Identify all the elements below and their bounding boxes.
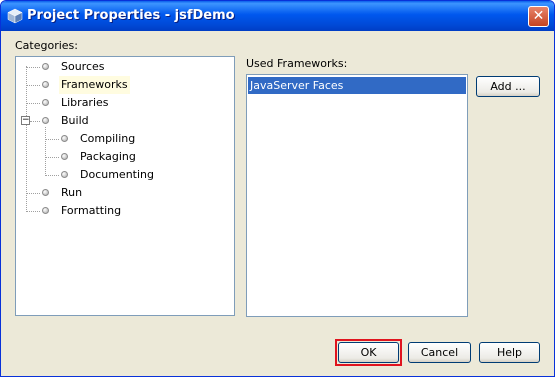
node-bullet-icon bbox=[42, 99, 49, 106]
tree-item-frameworks[interactable]: Frameworks bbox=[16, 76, 234, 94]
close-button[interactable]: ✕ bbox=[528, 6, 549, 27]
node-bullet-icon bbox=[61, 171, 68, 178]
tree-guide-line bbox=[45, 175, 59, 176]
tree-guide-line bbox=[45, 139, 59, 140]
tree-item-compiling[interactable]: Compiling bbox=[16, 130, 234, 148]
tree-item-packaging[interactable]: Packaging bbox=[16, 148, 234, 166]
tree-item-label: Libraries bbox=[61, 96, 109, 109]
tree-item-label: Formatting bbox=[61, 204, 122, 217]
tree-guide-line bbox=[26, 211, 40, 212]
node-bullet-icon bbox=[42, 117, 49, 124]
cancel-button[interactable]: Cancel bbox=[408, 342, 471, 363]
tree-item-label: Build bbox=[61, 114, 89, 127]
tree-item-sources[interactable]: Sources bbox=[16, 58, 234, 76]
help-button[interactable]: Help bbox=[479, 342, 540, 363]
collapse-toggle-icon[interactable]: − bbox=[21, 116, 30, 125]
tree-guide-line bbox=[30, 121, 40, 122]
frameworks-list[interactable]: JavaServer Faces bbox=[246, 74, 468, 317]
tree-item-libraries[interactable]: Libraries bbox=[16, 94, 234, 112]
project-properties-dialog: Project Properties - jsfDemo ✕ Categorie… bbox=[0, 0, 555, 377]
categories-tree[interactable]: Sources Frameworks Libraries − Build Com… bbox=[15, 56, 235, 316]
tree-guide-line bbox=[26, 193, 40, 194]
title-bar[interactable]: Project Properties - jsfDemo ✕ bbox=[1, 1, 554, 31]
tree-guide-line bbox=[26, 103, 40, 104]
tree-guide-line bbox=[26, 85, 40, 86]
tree-item-build[interactable]: − Build bbox=[16, 112, 234, 130]
node-bullet-icon bbox=[61, 153, 68, 160]
close-icon: ✕ bbox=[532, 8, 545, 24]
window-title: Project Properties - jsfDemo bbox=[27, 8, 235, 23]
tree-item-label: Compiling bbox=[80, 132, 136, 145]
node-bullet-icon bbox=[42, 81, 49, 88]
tree-item-label: Documenting bbox=[80, 168, 154, 181]
ok-button[interactable]: OK bbox=[338, 342, 399, 363]
node-bullet-icon bbox=[61, 135, 68, 142]
used-frameworks-label: Used Frameworks: bbox=[246, 57, 348, 70]
add-framework-button[interactable]: Add ... bbox=[476, 76, 540, 97]
categories-label: Categories: bbox=[15, 39, 78, 52]
tree-item-label: Packaging bbox=[80, 150, 136, 163]
tree-item-run[interactable]: Run bbox=[16, 184, 234, 202]
tree-guide-line bbox=[26, 67, 40, 68]
framework-item-javaserver-faces[interactable]: JavaServer Faces bbox=[248, 77, 466, 94]
node-bullet-icon bbox=[42, 207, 49, 214]
node-bullet-icon bbox=[42, 189, 49, 196]
netbeans-cube-icon bbox=[7, 8, 23, 24]
tree-item-label: Sources bbox=[61, 60, 105, 73]
tree-guide-line bbox=[45, 157, 59, 158]
node-bullet-icon bbox=[42, 63, 49, 70]
tree-item-label: Run bbox=[61, 186, 83, 199]
tree-item-formatting[interactable]: Formatting bbox=[16, 202, 234, 220]
tree-item-label: Frameworks bbox=[59, 76, 130, 94]
tree-item-documenting[interactable]: Documenting bbox=[16, 166, 234, 184]
